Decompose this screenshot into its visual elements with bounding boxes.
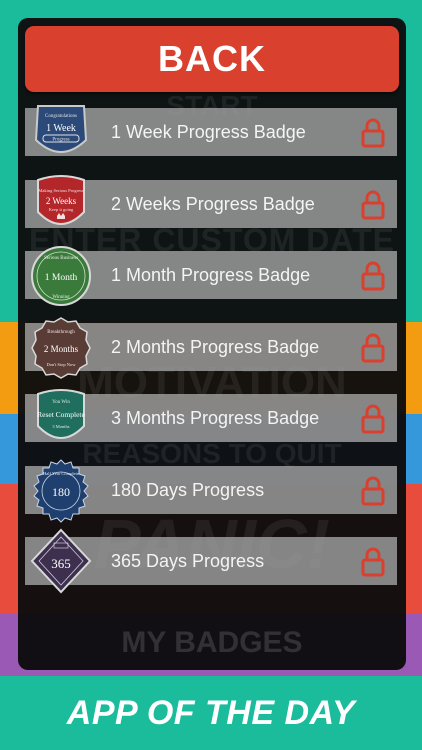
180-days-badge-icon: Half Year Complete 180 [33,459,89,523]
badge-bottom-text: 3 Months [52,424,69,429]
badge-bottom-text: Winning [52,295,70,300]
badge-row-label: 1 Month Progress Badge [111,264,311,285]
badge-top-text: Breakthrough [47,330,75,335]
badge-main-text: Reset Complete [37,410,85,419]
lock-icon [361,190,385,220]
badge-top-text: You Win [52,400,70,405]
365-days-badge-icon: 365 [30,528,92,594]
badge-bottom-text: Progress [52,138,69,143]
back-button[interactable]: BACK [25,26,399,92]
badge-top-text: Half Year Complete [43,471,79,476]
badges-panel: START ENTER CUSTOM DATE MOTIVATION REASO… [18,18,406,670]
3-months-badge-icon: You Win Reset Complete 3 Months [37,389,86,439]
lock-icon [361,547,385,577]
badge-main-text: 1 Week [46,123,76,134]
badge-top-text: Congratulations [45,114,77,119]
badge-row-label: 2 Months Progress Badge [111,336,320,357]
badge-main-text: 1 Month [45,273,78,283]
lock-icon [361,261,385,291]
app-of-the-day-banner: APP OF THE DAY [0,676,422,750]
lock-icon [361,404,385,434]
badge-bottom-text: Don't Stop Now [46,362,76,367]
lock-icon [361,333,385,363]
2-months-badge-icon: Breakthrough 2 Months Don't Stop Now [31,317,91,379]
1-month-badge-icon: Serious Business 1 Month Winning [31,246,91,306]
ghost-my-badges-label: MY BADGES [121,626,303,659]
1-week-badge-icon: Congratulations 1 Week Progress [34,105,88,153]
lock-icon [361,476,385,506]
badge-main-text: 2 Months [44,344,79,354]
badge-row-label: 365 Days Progress [111,550,265,571]
badge-main-text: 180 [52,485,70,499]
badge-bottom-text: Keep it going [49,207,74,212]
badge-row-label: 3 Months Progress Badge [111,407,320,428]
lock-icon [361,118,385,148]
badge-row-label: 2 Weeks Progress Badge [111,193,315,214]
badge-top-text: Serious Business [44,256,78,261]
badge-main-text: 365 [51,556,71,571]
badge-top-text: Making Serious Progress [38,188,83,193]
badge-row-label: 1 Week Progress Badge [111,121,306,142]
badge-row-label: 180 Days Progress [111,479,265,500]
badge-main-text: 2 Weeks [46,196,77,206]
2-weeks-badge-icon: Making Serious Progress 2 Weeks Keep it … [37,175,85,225]
